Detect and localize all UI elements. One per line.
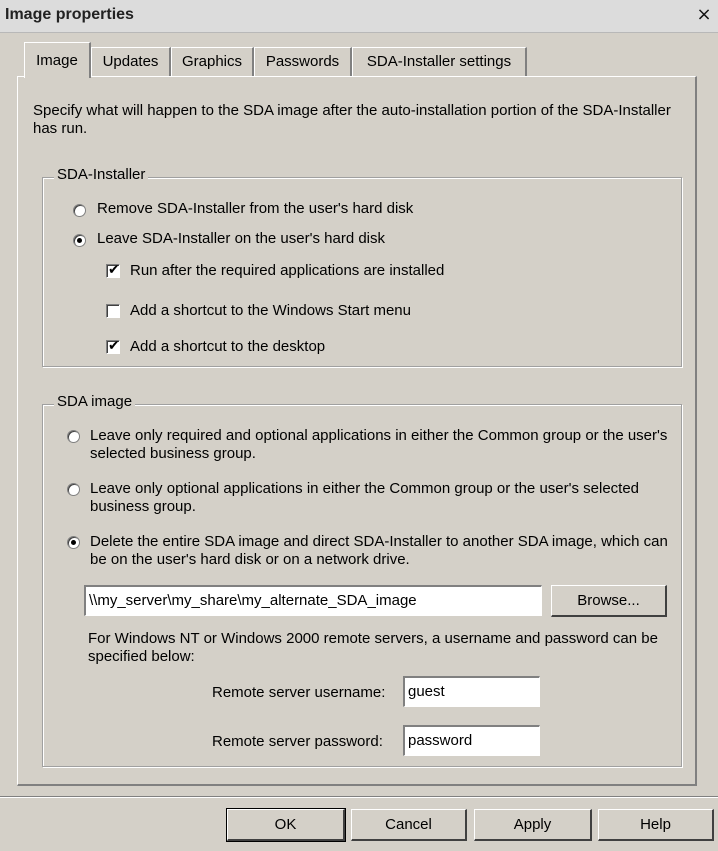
tab-passwords[interactable]: Passwords <box>254 47 352 77</box>
image-option1-label: Leave only required and optional applica… <box>90 427 668 462</box>
ok-button[interactable]: OK <box>226 808 346 842</box>
run-after-label: Run after the required applications are … <box>130 262 445 279</box>
help-button[interactable]: Help <box>598 809 714 841</box>
desktop-shortcut-label: Add a shortcut to the desktop <box>130 338 326 355</box>
check-mark-icon: ✔ <box>108 262 120 278</box>
radio-selected-icon <box>71 540 76 545</box>
image-option1-radio[interactable] <box>67 430 80 443</box>
close-icon[interactable]: × <box>693 4 715 26</box>
image-option2-radio[interactable] <box>67 483 80 496</box>
run-after-checkbox[interactable]: ✔ <box>106 262 120 278</box>
sda-installer-group-title: SDA-Installer <box>54 166 149 183</box>
leave-installer-radio[interactable] <box>73 234 86 247</box>
remove-installer-radio[interactable] <box>73 204 86 217</box>
apply-button[interactable]: Apply <box>474 809 592 841</box>
leave-installer-label: Leave SDA-Installer on the user's hard d… <box>97 230 386 247</box>
radio-selected-icon <box>77 238 82 243</box>
window-title: Image properties <box>5 6 134 23</box>
remove-installer-label: Remove SDA-Installer from the user's har… <box>97 200 414 217</box>
sda-image-group-title: SDA image <box>54 393 136 410</box>
tab-graphics[interactable]: Graphics <box>171 47 254 77</box>
remote-password-label: Remote server password: <box>212 733 383 750</box>
remote-server-note: For Windows NT or Windows 2000 remote se… <box>88 630 658 665</box>
footer-separator <box>0 796 718 798</box>
alternate-image-path-input[interactable]: \\my_server\my_share\my_alternate_SDA_im… <box>84 585 542 616</box>
remote-username-input[interactable]: guest <box>403 676 540 707</box>
tab-updates[interactable]: Updates <box>91 47 171 77</box>
check-mark-icon: ✔ <box>108 338 120 354</box>
image-option3-label: Delete the entire SDA image and direct S… <box>90 533 668 568</box>
tab-sda-installer-settings[interactable]: SDA-Installer settings <box>352 47 527 77</box>
cancel-button[interactable]: Cancel <box>351 809 467 841</box>
start-menu-shortcut-checkbox[interactable] <box>106 304 120 318</box>
image-option3-radio[interactable] <box>67 536 80 549</box>
browse-button[interactable]: Browse... <box>551 585 667 617</box>
tab-image[interactable]: Image <box>24 42 91 78</box>
start-menu-shortcut-label: Add a shortcut to the Windows Start menu <box>130 302 411 319</box>
desktop-shortcut-checkbox[interactable]: ✔ <box>106 338 120 354</box>
remote-password-input[interactable]: password <box>403 725 540 756</box>
intro-text: Specify what will happen to the SDA imag… <box>33 102 671 137</box>
image-option2-label: Leave only optional applications in eith… <box>90 480 640 515</box>
remote-username-label: Remote server username: <box>212 684 386 701</box>
title-bar: Image properties × <box>0 0 718 33</box>
